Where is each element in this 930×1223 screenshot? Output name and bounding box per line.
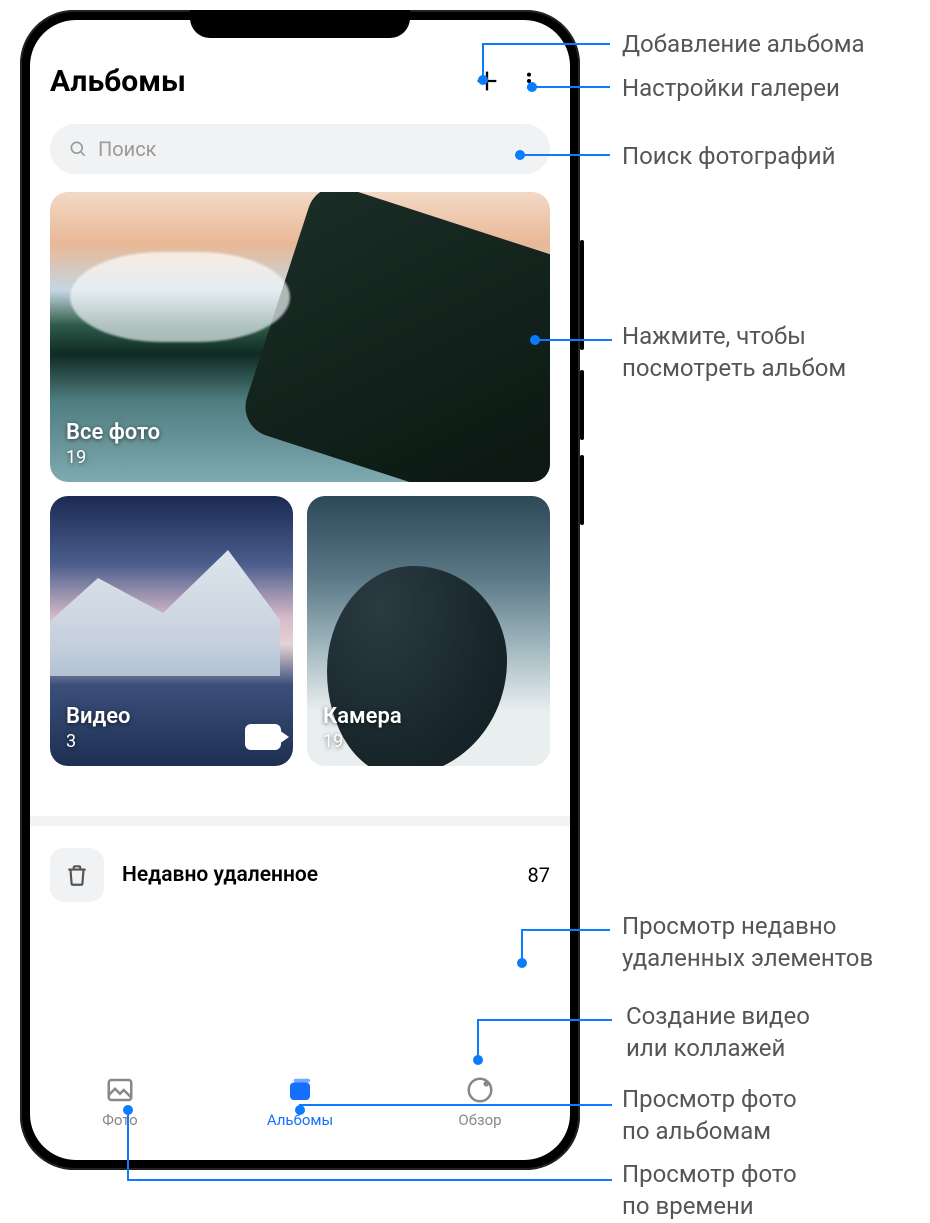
- header: Альбомы: [30, 20, 570, 110]
- add-album-button[interactable]: [466, 60, 508, 102]
- search-input[interactable]: Поиск: [50, 124, 550, 174]
- recently-deleted-label: Недавно удаленное: [122, 863, 528, 887]
- trash-icon: [50, 848, 104, 902]
- side-button: [580, 455, 584, 525]
- album-video[interactable]: Видео 3: [50, 496, 293, 766]
- screen: Альбомы Поиск Все фото 19: [30, 20, 570, 1160]
- tab-albums[interactable]: Альбомы: [210, 1073, 390, 1129]
- tab-label: Фото: [102, 1111, 137, 1129]
- callout-search: Поиск фотографий: [622, 140, 835, 172]
- tab-bar: Фото Альбомы Обзор: [30, 1060, 570, 1160]
- recently-deleted-count: 87: [528, 863, 550, 887]
- tab-photos[interactable]: Фото: [30, 1073, 210, 1129]
- album-camera[interactable]: Камера 19: [307, 496, 550, 766]
- albums-content: Все фото 19 Видео 3 Камера 19: [30, 174, 570, 1060]
- discover-icon: [463, 1073, 497, 1107]
- photos-icon: [103, 1073, 137, 1107]
- search-placeholder: Поиск: [98, 137, 157, 161]
- tab-label: Обзор: [458, 1111, 501, 1129]
- album-label: Все фото 19: [66, 420, 160, 468]
- callout-tap-album: Нажмите, чтобы посмотреть альбом: [622, 320, 846, 385]
- side-button: [580, 370, 584, 440]
- video-icon: [245, 724, 281, 750]
- more-vertical-icon: [518, 67, 540, 95]
- album-all-photos[interactable]: Все фото 19: [50, 192, 550, 482]
- plus-icon: [473, 67, 501, 95]
- album-name: Видео: [66, 704, 131, 729]
- phone-frame: Альбомы Поиск Все фото 19: [20, 10, 580, 1170]
- album-name: Камера: [323, 704, 402, 729]
- albums-icon: [283, 1073, 317, 1107]
- search-icon: [68, 139, 88, 159]
- callout-recently-deleted: Просмотр недавно удаленных элементов: [622, 910, 873, 975]
- recently-deleted-row[interactable]: Недавно удаленное 87: [50, 826, 550, 906]
- album-count: 19: [66, 447, 160, 468]
- album-count: 3: [66, 731, 131, 752]
- album-row: Видео 3 Камера 19: [50, 496, 550, 766]
- more-menu-button[interactable]: [508, 60, 550, 102]
- album-label: Камера 19: [323, 704, 402, 752]
- callout-by-time: Просмотр фото по времени: [622, 1158, 797, 1223]
- album-label: Видео 3: [66, 704, 131, 752]
- page-title: Альбомы: [50, 64, 466, 99]
- section-divider: [30, 816, 570, 826]
- callout-create: Создание видео или коллажей: [626, 1000, 810, 1065]
- callout-settings: Настройки галереи: [622, 72, 840, 104]
- callout-by-albums: Просмотр фото по альбомам: [622, 1083, 797, 1148]
- album-count: 19: [323, 731, 402, 752]
- tab-label: Альбомы: [267, 1111, 333, 1129]
- callout-add-album: Добавление альбома: [622, 28, 865, 60]
- tab-discover[interactable]: Обзор: [390, 1073, 570, 1129]
- album-name: Все фото: [66, 420, 160, 445]
- side-button: [580, 240, 584, 350]
